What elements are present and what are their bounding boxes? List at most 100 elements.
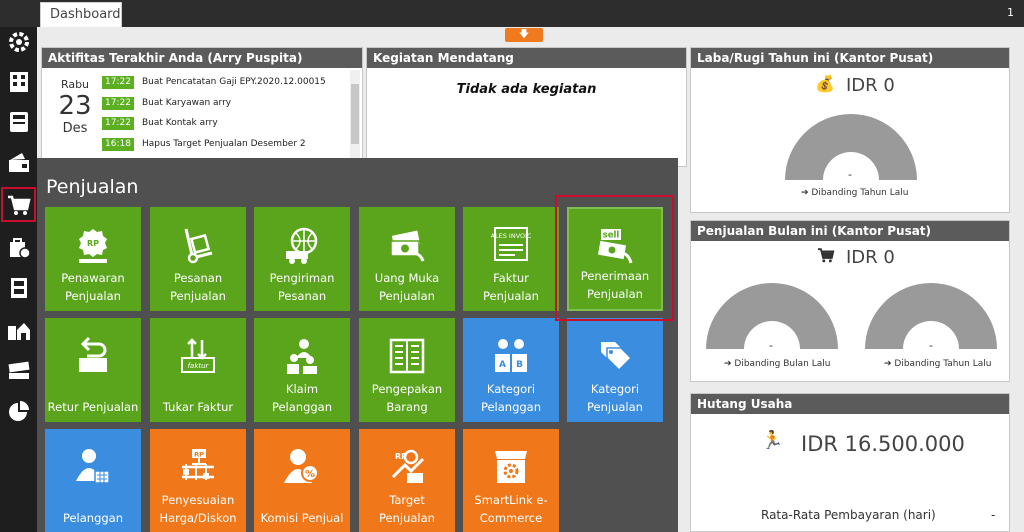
- payables-avg-label: Rata-Rata Pembayaran (hari): [761, 508, 936, 522]
- scroll-thumb[interactable]: [351, 84, 359, 144]
- sidebar-item-reports[interactable]: [4, 397, 33, 426]
- tile-label: SmartLink e-Commerce: [474, 493, 548, 525]
- tile-label: Penyesuaian Harga/Diskon: [159, 493, 237, 525]
- svg-text:%: %: [305, 469, 315, 480]
- activity-row[interactable]: 17:22 Buat Kontak arry: [102, 116, 218, 130]
- pie-chart-icon: [8, 400, 29, 421]
- top-bar: Dashboard 1: [0, 0, 1024, 27]
- price-adjust-icon: RP: [182, 449, 214, 480]
- tile-faktur-penjualan[interactable]: SALES INVOICE Faktur Penjualan: [463, 207, 559, 311]
- sidebar-item-settings[interactable]: [4, 27, 33, 56]
- sales-target-icon: RP: [391, 449, 425, 483]
- tile-label: Penawaran Penjualan: [61, 271, 125, 303]
- payables-panel-title: Hutang Usaha: [691, 394, 1009, 414]
- profit-panel: Laba/Rugi Tahun ini (Kantor Pusat) 💰 IDR…: [690, 47, 1010, 213]
- activity-row[interactable]: 16:18 Hapus Target Penjualan Desember 2: [102, 137, 306, 151]
- activity-text: Buat Kontak arry: [142, 118, 218, 128]
- tile-pelanggan[interactable]: Pelanggan: [45, 429, 141, 532]
- tile-label: Pesanan Penjualan: [170, 271, 226, 303]
- tile-label: Pelanggan: [62, 511, 124, 525]
- tile-uang-muka-penjualan[interactable]: Uang Muka Penjualan: [359, 207, 455, 311]
- activity-text: Hapus Target Penjualan Desember 2: [142, 139, 306, 149]
- gear-icon: [8, 31, 29, 52]
- return-box-icon: [79, 336, 107, 372]
- tile-label: Klaim Pelanggan: [271, 382, 333, 414]
- tile-label: Uang Muka Penjualan: [374, 271, 440, 303]
- tile-label: Pengiriman Pesanan: [269, 271, 335, 303]
- gauge-2-compare: ➔ Dibanding Tahun Lalu: [884, 359, 992, 369]
- delivery-truck-icon: [286, 227, 318, 264]
- tile-klaim-pelanggan[interactable]: Klaim Pelanggan: [254, 318, 350, 422]
- cabinet-icon: [10, 277, 27, 298]
- svg-text:faktur: faktur: [188, 362, 210, 370]
- tile-pesanan-penjualan[interactable]: Pesanan Penjualan: [150, 207, 246, 311]
- activity-date: Rabu 23 Des: [54, 78, 96, 136]
- sales-month-amount: IDR 0: [846, 247, 895, 268]
- wallet-icon: [8, 152, 29, 172]
- running-money-icon: 🏃: [761, 430, 784, 451]
- upcoming-panel: Kegiatan Mendatang Tidak ada kegiatan: [366, 47, 687, 167]
- sidebar-item-ledger[interactable]: [4, 107, 33, 136]
- exchange-invoice-icon: faktur: [181, 338, 215, 373]
- sidebar: [0, 27, 37, 532]
- sidebar-item-inventory[interactable]: [4, 273, 33, 302]
- sales-month-panel: Penjualan Bulan ini (Kantor Pusat) IDR 0…: [690, 220, 1010, 382]
- tab-dashboard[interactable]: Dashboard: [40, 2, 122, 27]
- sidebar-item-tax[interactable]: [4, 355, 33, 384]
- sidebar-item-company[interactable]: [4, 67, 33, 96]
- sidebar-item-cash-bank[interactable]: [4, 147, 33, 176]
- payables-panel: Hutang Usaha 🏃 IDR 16.500.000 Rata-Rata …: [690, 393, 1010, 532]
- activity-panel: Aktifitas Terakhir Anda (Arry Puspita) R…: [41, 47, 363, 180]
- tile-penawaran-penjualan[interactable]: RP Penawaran Penjualan: [45, 207, 141, 311]
- tile-target-penjualan[interactable]: RP Target Penjualan: [359, 429, 455, 532]
- window-indicator[interactable]: 1: [1007, 6, 1014, 19]
- profit-panel-title: Laba/Rugi Tahun ini (Kantor Pusat): [691, 48, 1009, 68]
- tile-komisi-penjual[interactable]: % Komisi Penjual: [254, 429, 350, 532]
- sidebar-item-purchase[interactable]: [4, 232, 33, 261]
- activity-time: 16:18: [102, 137, 134, 151]
- cart-icon: [7, 195, 31, 215]
- ecommerce-store-icon: [495, 451, 527, 483]
- collapse-toggle-button[interactable]: 🡇: [505, 28, 543, 42]
- svg-text:B: B: [516, 360, 523, 370]
- sidebar-item-sales[interactable]: [1, 187, 36, 222]
- svg-text:RP: RP: [87, 239, 99, 248]
- date-day: Rabu: [60, 78, 90, 91]
- invoice-icon: SALES INVOICE: [491, 227, 531, 261]
- activity-row[interactable]: 17:22 Buat Pencatatan Gaji EPY.2020.12.0…: [102, 75, 326, 89]
- activity-time: 17:22: [102, 96, 134, 110]
- hand-truck-icon: [184, 228, 213, 264]
- tile-label: Kategori Penjualan: [587, 382, 643, 414]
- customer-claim-icon: [287, 339, 317, 374]
- profit-gauge-value: -: [848, 168, 852, 181]
- building-icon: [9, 71, 28, 92]
- cash-icon: [390, 230, 425, 262]
- commission-icon: %: [284, 449, 319, 483]
- tile-tukar-faktur[interactable]: faktur Tukar Faktur: [150, 318, 246, 422]
- gauge-1-compare: ➔ Dibanding Bulan Lalu: [724, 359, 831, 369]
- tile-pengepakan-barang[interactable]: Pengepakan Barang: [359, 318, 455, 422]
- tile-retur-penjualan[interactable]: Retur Penjualan: [45, 318, 141, 422]
- tile-penyesuaian-harga-diskon[interactable]: RP Penyesuaian Harga/Diskon: [150, 429, 246, 532]
- tile-label: Tukar Faktur: [162, 400, 234, 414]
- highlight-box: [555, 195, 674, 321]
- tile-smartlink-e-commerce[interactable]: SmartLink e-Commerce: [463, 429, 559, 532]
- tax-icon: [8, 361, 29, 379]
- tile-label: Faktur Penjualan: [483, 271, 539, 303]
- tile-kategori-pelanggan[interactable]: AB Kategori Pelanggan: [463, 318, 559, 422]
- tile-kategori-penjualan[interactable]: Kategori Penjualan: [567, 318, 663, 422]
- tile-label: Komisi Penjual: [260, 511, 344, 525]
- date-number: 23: [58, 91, 92, 121]
- svg-text:SALES INVOICE: SALES INVOICE: [491, 232, 531, 240]
- sales-menu-title: Penjualan: [46, 176, 139, 198]
- gauge-1-value: -: [769, 339, 773, 352]
- upcoming-panel-title: Kegiatan Mendatang: [367, 48, 686, 68]
- activity-panel-title: Aktifitas Terakhir Anda (Arry Puspita): [42, 48, 362, 68]
- bag-icon: [9, 237, 31, 259]
- warehouse-icon: [7, 322, 30, 340]
- tile-pengiriman-pesanan[interactable]: Pengiriman Pesanan: [254, 207, 350, 311]
- tile-label: Target Penjualan: [379, 493, 435, 525]
- activity-row[interactable]: 17:22 Buat Karyawan arry: [102, 96, 231, 110]
- sidebar-item-branch[interactable]: [4, 315, 33, 344]
- sales-month-panel-title: Penjualan Bulan ini (Kantor Pusat): [691, 221, 1009, 241]
